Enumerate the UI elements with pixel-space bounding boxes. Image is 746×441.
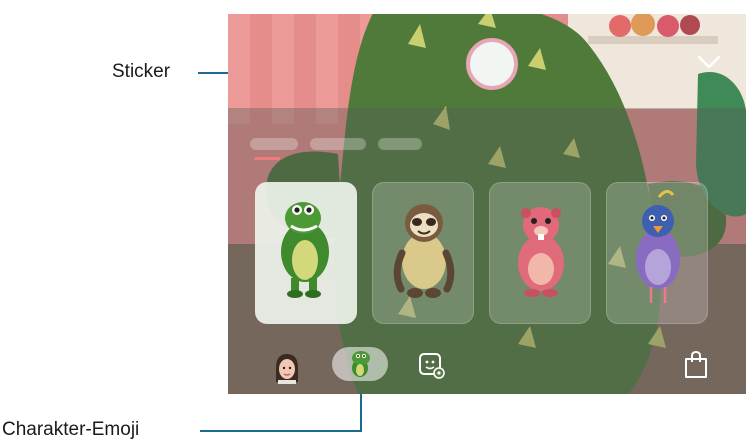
dinosaur-character-icon xyxy=(281,202,329,298)
charakter-emoji-callout-label: Charakter-Emoji xyxy=(2,419,140,440)
category-tab[interactable] xyxy=(310,138,366,150)
sticker-settings-icon xyxy=(419,353,445,379)
category-tab[interactable] xyxy=(250,138,298,150)
sticker-card-sloth[interactable] xyxy=(372,182,474,324)
sloth-character-icon xyxy=(393,204,455,298)
character-emoji-button[interactable] xyxy=(332,347,388,381)
sticker-card-dinosaur[interactable] xyxy=(255,182,357,324)
category-tab[interactable] xyxy=(378,138,422,150)
sticker-card-bird[interactable] xyxy=(606,182,708,324)
ar-emoji-avatar-icon xyxy=(276,354,298,384)
sticker-callout-label: Sticker xyxy=(112,61,171,82)
sticker-card-beaver[interactable] xyxy=(489,182,591,324)
chevron-down-icon[interactable] xyxy=(696,54,722,70)
character-emoji-icon xyxy=(352,351,370,377)
ar-emoji-avatar-button[interactable] xyxy=(272,352,302,384)
store-button[interactable] xyxy=(682,350,710,380)
bird-character-icon xyxy=(636,190,680,303)
camera-screen xyxy=(228,14,746,394)
charakter-emoji-callout-line xyxy=(200,430,362,432)
store-bag-icon xyxy=(685,350,707,378)
beaver-character-icon xyxy=(518,207,564,297)
shutter-button[interactable] xyxy=(466,38,518,90)
sticker-settings-button[interactable] xyxy=(418,352,446,380)
active-tab-indicator xyxy=(254,157,280,160)
